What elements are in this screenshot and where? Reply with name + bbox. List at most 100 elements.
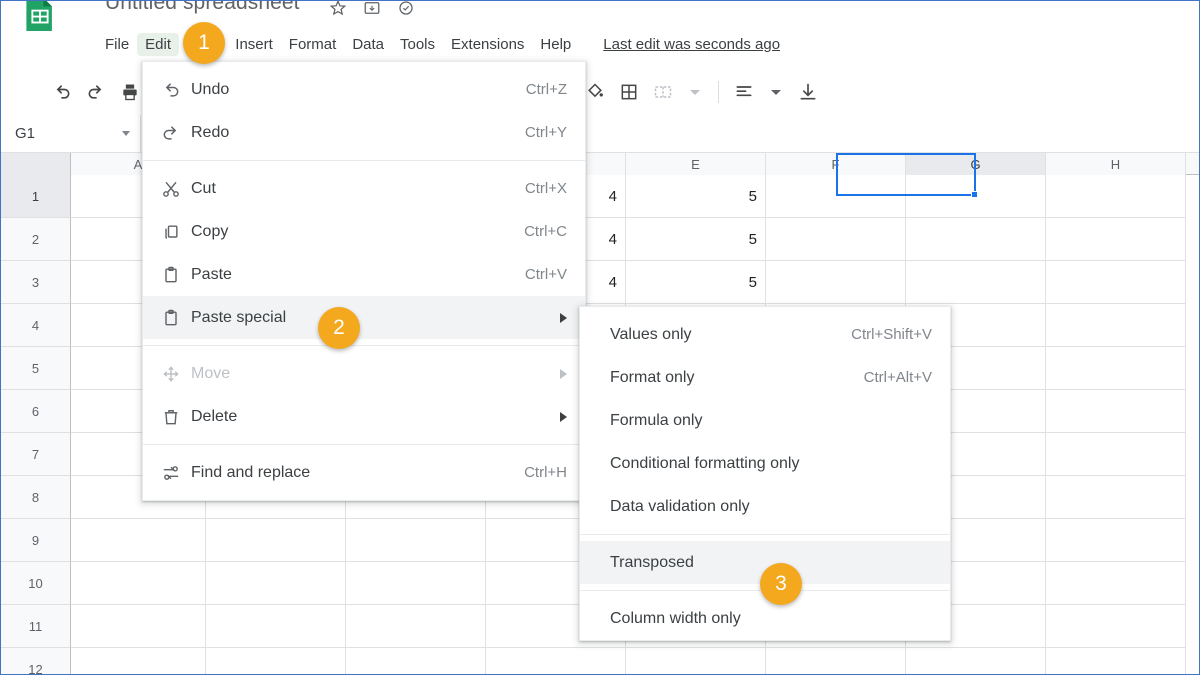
cell-H4[interactable] [1046, 304, 1186, 347]
cell-G12[interactable] [906, 648, 1046, 674]
callout-badge-2: 2 [318, 307, 360, 349]
cloud-saved-icon[interactable] [395, 1, 417, 19]
menu-item-find-and-replace[interactable]: Find and replace Ctrl+H [143, 451, 585, 494]
merge-cells-selector[interactable] [646, 75, 710, 109]
menu-item-column-width-only[interactable]: Column width only [580, 597, 950, 640]
name-box[interactable]: G1 [1, 114, 141, 153]
menu-extensions[interactable]: Extensions [443, 33, 532, 56]
cell-A12[interactable] [71, 648, 206, 674]
menu-tools[interactable]: Tools [392, 33, 443, 56]
row-header-1[interactable]: 1 [1, 175, 71, 218]
move-to-folder-icon[interactable] [361, 1, 383, 19]
row-header-7[interactable]: 7 [1, 433, 71, 476]
cell-B10[interactable] [206, 562, 346, 605]
menu-insert[interactable]: Insert [227, 33, 281, 56]
menu-item-label: Data validation only [610, 497, 750, 515]
menu-item-format-only[interactable]: Format only Ctrl+Alt+V [580, 356, 950, 399]
cell-E12[interactable] [626, 648, 766, 674]
submenu-arrow-icon [560, 368, 567, 379]
row-header-11[interactable]: 11 [1, 605, 71, 648]
cell-E2[interactable]: 5 [626, 218, 766, 261]
menu-item-paste-special[interactable]: Paste special [143, 296, 585, 339]
column-header-g[interactable]: G [906, 153, 1046, 175]
star-icon[interactable] [327, 1, 349, 19]
cell-F2[interactable] [766, 218, 906, 261]
callout-badge-label: 2 [333, 316, 345, 339]
menu-item-redo[interactable]: Redo Ctrl+Y [143, 111, 585, 154]
cell-H3[interactable] [1046, 261, 1186, 304]
cell-H8[interactable] [1046, 476, 1186, 519]
vertical-align-icon[interactable] [791, 75, 825, 109]
redo-icon[interactable] [79, 75, 113, 109]
menu-item-copy[interactable]: Copy Ctrl+C [143, 210, 585, 253]
menu-item-conditional-formatting-only[interactable]: Conditional formatting only [580, 442, 950, 485]
horizontal-align-selector[interactable] [727, 75, 791, 109]
cell-H11[interactable] [1046, 605, 1186, 648]
cell-H5[interactable] [1046, 347, 1186, 390]
title-bar: Untitled spreadsheet [1, 1, 1199, 31]
cell-C12[interactable] [346, 648, 486, 674]
cell-C10[interactable] [346, 562, 486, 605]
row-header-10[interactable]: 10 [1, 562, 71, 605]
undo-icon[interactable] [45, 75, 79, 109]
row-header-5[interactable]: 5 [1, 347, 71, 390]
row-header-4[interactable]: 4 [1, 304, 71, 347]
cell-B9[interactable] [206, 519, 346, 562]
cell-D12[interactable] [486, 648, 626, 674]
cell-A10[interactable] [71, 562, 206, 605]
cell-H1[interactable] [1046, 175, 1186, 218]
cell-A11[interactable] [71, 605, 206, 648]
menu-edit[interactable]: Edit [137, 32, 180, 56]
menu-divider [143, 160, 585, 161]
column-header-e[interactable]: E [626, 153, 766, 175]
menu-file[interactable]: File [97, 33, 137, 56]
row-header-9[interactable]: 9 [1, 519, 71, 562]
divider [718, 81, 720, 103]
menu-item-values-only[interactable]: Values only Ctrl+Shift+V [580, 313, 950, 356]
cell-E3[interactable]: 5 [626, 261, 766, 304]
menu-data[interactable]: Data [344, 33, 392, 56]
row-header-12[interactable]: 12 [1, 648, 71, 674]
cell-G3[interactable] [906, 261, 1046, 304]
menu-help[interactable]: Help [532, 33, 579, 56]
cell-H10[interactable] [1046, 562, 1186, 605]
last-edit-status[interactable]: Last edit was seconds ago [603, 36, 780, 53]
row-header-3[interactable]: 3 [1, 261, 71, 304]
scissors-icon [161, 179, 191, 199]
cell-F12[interactable] [766, 648, 906, 674]
row-header-6[interactable]: 6 [1, 390, 71, 433]
callout-badge-1: 1 [183, 22, 225, 64]
cell-B12[interactable] [206, 648, 346, 674]
document-title[interactable]: Untitled spreadsheet [105, 1, 300, 15]
cell-H9[interactable] [1046, 519, 1186, 562]
merge-cells-icon [646, 75, 680, 109]
menu-item-formula-only[interactable]: Formula only [580, 399, 950, 442]
cell-G2[interactable] [906, 218, 1046, 261]
cell-C11[interactable] [346, 605, 486, 648]
column-header-f[interactable]: F [766, 153, 906, 175]
menu-divider [143, 345, 585, 346]
menu-item-delete[interactable]: Delete [143, 395, 585, 438]
row-header-2[interactable]: 2 [1, 218, 71, 261]
menu-item-data-validation-only[interactable]: Data validation only [580, 485, 950, 528]
cell-F1[interactable] [766, 175, 906, 218]
borders-icon[interactable] [612, 75, 646, 109]
menu-format[interactable]: Format [281, 33, 345, 56]
cell-A9[interactable] [71, 519, 206, 562]
cell-H2[interactable] [1046, 218, 1186, 261]
menu-item-undo[interactable]: Undo Ctrl+Z [143, 68, 585, 111]
cell-H12[interactable] [1046, 648, 1186, 674]
menu-item-accel: Ctrl+V [524, 266, 567, 283]
cell-B11[interactable] [206, 605, 346, 648]
menu-item-paste[interactable]: Paste Ctrl+V [143, 253, 585, 296]
row-header-8[interactable]: 8 [1, 476, 71, 519]
cell-C9[interactable] [346, 519, 486, 562]
cell-F3[interactable] [766, 261, 906, 304]
column-header-h[interactable]: H [1046, 153, 1186, 175]
cell-E1[interactable]: 5 [626, 175, 766, 218]
cell-H7[interactable] [1046, 433, 1186, 476]
cell-H6[interactable] [1046, 390, 1186, 433]
cell-G1[interactable] [906, 175, 1046, 218]
select-all-corner[interactable] [1, 153, 71, 175]
menu-item-cut[interactable]: Cut Ctrl+X [143, 167, 585, 210]
